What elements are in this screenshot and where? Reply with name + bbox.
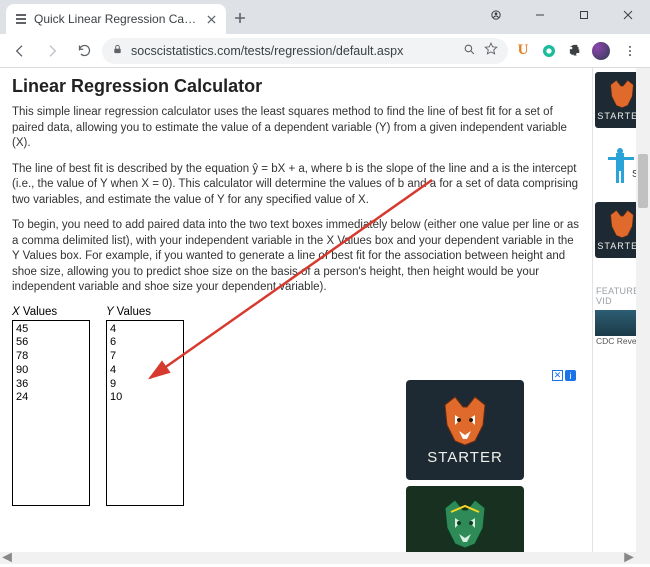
tiger-mascot-icon xyxy=(435,395,495,447)
x-values-block: X Values xyxy=(12,306,90,506)
maximize-button[interactable] xyxy=(562,0,606,30)
tab-favicon xyxy=(14,12,28,26)
page-viewport: Linear Regression Calculator This simple… xyxy=(0,68,650,552)
browser-tab[interactable]: Quick Linear Regression Calculat xyxy=(6,4,226,34)
profile-avatar[interactable] xyxy=(590,40,612,62)
hscroll-left-arrow-icon[interactable]: ◄ xyxy=(0,552,14,564)
ad-info-icon[interactable]: i xyxy=(565,370,576,381)
inline-ad-area: ✕ i STARTER xyxy=(406,380,576,552)
menu-kebab-icon[interactable] xyxy=(616,37,644,65)
green-tiger-mascot-icon xyxy=(435,498,495,550)
x-values-input[interactable] xyxy=(12,320,90,506)
intro-paragraph-1: This simple linear regression calculator… xyxy=(12,105,580,152)
bottom-scroll-area: ◄ ► xyxy=(0,552,650,564)
back-button[interactable] xyxy=(6,37,34,65)
extensions-puzzle-icon[interactable] xyxy=(564,40,586,62)
vertical-scrollbar-thumb[interactable] xyxy=(638,154,648,208)
extension-u-icon[interactable]: U xyxy=(512,40,534,62)
x-values-label: X Values xyxy=(12,306,90,318)
new-tab-button[interactable] xyxy=(226,4,254,32)
page-content: Linear Regression Calculator This simple… xyxy=(0,68,592,552)
extension-green-icon[interactable] xyxy=(538,40,560,62)
vertical-scrollbar[interactable] xyxy=(636,68,650,552)
tab-title: Quick Linear Regression Calculat xyxy=(34,12,198,26)
scroll-corner xyxy=(636,552,650,564)
ad-starter-text: STARTER xyxy=(427,449,503,466)
tab-close-icon[interactable] xyxy=(204,12,218,26)
browser-toolbar: socscistatistics.com/tests/regression/de… xyxy=(0,34,650,68)
address-bar[interactable]: socscistatistics.com/tests/regression/de… xyxy=(102,38,508,64)
minimize-button[interactable] xyxy=(518,0,562,30)
ad-close-icon[interactable]: ✕ xyxy=(552,370,563,381)
forward-button[interactable] xyxy=(38,37,66,65)
url-text: socscistatistics.com/tests/regression/de… xyxy=(131,44,455,58)
close-window-button[interactable] xyxy=(606,0,650,30)
window-controls xyxy=(474,0,650,30)
y-values-label: Y Values xyxy=(106,306,184,318)
hscroll-right-arrow-icon[interactable]: ► xyxy=(622,552,636,564)
y-values-input[interactable] xyxy=(106,320,184,506)
intro-paragraph-3: To begin, you need to add paired data in… xyxy=(12,218,580,296)
intro-paragraph-2: The line of best fit is described by the… xyxy=(12,162,580,209)
lock-icon xyxy=(112,44,123,58)
y-values-block: Y Values xyxy=(106,306,184,506)
ad-starter[interactable]: STARTER xyxy=(406,380,524,480)
browser-titlebar: Quick Linear Regression Calculat xyxy=(0,0,650,34)
horizontal-scrollbar[interactable]: ◄ ► xyxy=(0,552,636,564)
ad-creator[interactable]: CREATOR CONTENT xyxy=(406,486,524,552)
search-in-page-icon[interactable] xyxy=(463,43,476,59)
reload-button[interactable] xyxy=(70,37,98,65)
account-icon[interactable] xyxy=(474,0,518,30)
bookmark-star-icon[interactable] xyxy=(484,42,498,59)
page-heading: Linear Regression Calculator xyxy=(12,76,580,97)
ad-badge[interactable]: ✕ i xyxy=(552,370,576,381)
